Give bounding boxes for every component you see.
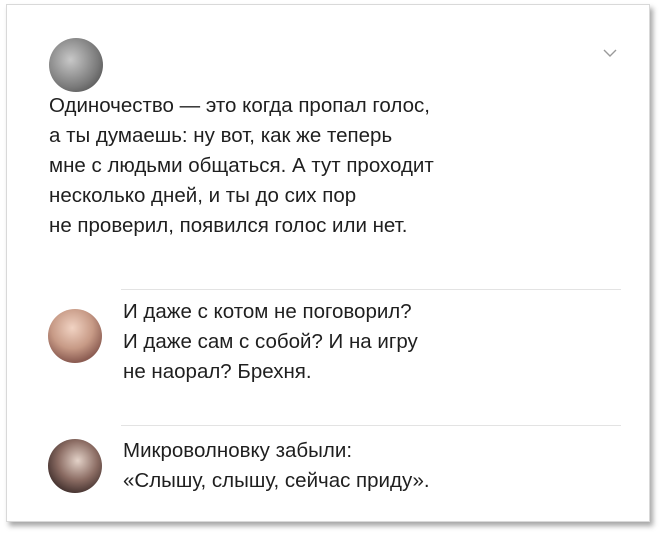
post-text-line: Одиночество — это когда пропал голос, xyxy=(49,94,430,117)
author-avatar[interactable] xyxy=(49,38,103,92)
comment-line: «Слышу, слышу, сейчас приду». xyxy=(123,469,430,492)
post-text-line: не проверил, появился голос или нет. xyxy=(49,214,408,237)
divider xyxy=(121,289,621,290)
comment-text: Микроволновку забыли: «Слышу, слышу, сей… xyxy=(123,436,623,496)
chevron-down-icon[interactable] xyxy=(603,48,617,58)
post-text-line: а ты думаешь: ну вот, как же теперь xyxy=(49,124,393,147)
comment-line: Микроволновку забыли: xyxy=(123,439,353,462)
post-text-line: несколько дней, и ты до сих пор xyxy=(49,184,357,207)
comment-line: не наорал? Брехня. xyxy=(123,360,312,383)
comment-text: И даже с котом не поговорил? И даже сам … xyxy=(123,297,623,387)
post-text: Одиночество — это когда пропал голос, а … xyxy=(49,91,629,241)
comment-avatar[interactable] xyxy=(48,309,102,363)
divider xyxy=(121,425,621,426)
comment-line: И даже сам с собой? И на игру xyxy=(123,330,418,353)
comment-line: И даже с котом не поговорил? xyxy=(123,300,412,323)
post-text-line: мне с людьми общаться. А тут проходит xyxy=(49,154,434,177)
comment-avatar[interactable] xyxy=(48,439,102,493)
post-card: Одиночество — это когда пропал голос, а … xyxy=(6,4,650,522)
